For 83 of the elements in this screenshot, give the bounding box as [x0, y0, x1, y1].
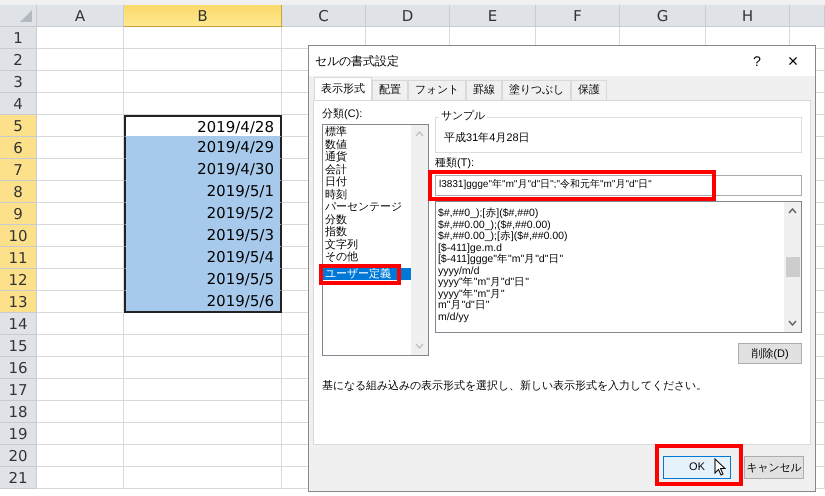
category-item[interactable]: 標準: [323, 126, 411, 138]
delete-button[interactable]: 削除(D): [738, 343, 802, 364]
format-item[interactable]: yyyy"年"m"月"d"日": [438, 277, 784, 288]
row-header[interactable]: 17: [0, 379, 37, 401]
category-item[interactable]: 文字列: [323, 238, 411, 251]
category-item[interactable]: 通貨: [323, 151, 411, 164]
sample-label: サンプル: [439, 108, 487, 123]
row-header[interactable]: 5: [0, 115, 37, 137]
row-header[interactable]: 2: [0, 49, 37, 71]
column-header[interactable]: D: [366, 5, 450, 27]
category-label: 分類(C):: [322, 107, 364, 121]
format-list[interactable]: $#,##0_);[赤]($#,##0) $#,##0.00_);($#,##0.00) $#,##0.00_);[赤]($#,##0.00) [$-411]ge.m.d [$-411]ggge"年"m"月"d"日" yyyy/m/d yyyy"年"m"月"d"日" yyyy"年"m"月" m"月"d"日" m/d/yy: [435, 201, 802, 333]
row-header[interactable]: 8: [0, 181, 37, 203]
column-header[interactable]: E: [450, 5, 536, 27]
row-header[interactable]: 4: [0, 93, 37, 115]
date-cell: 2019/5/1: [124, 181, 282, 203]
column-header[interactable]: H: [706, 5, 790, 27]
tab[interactable]: 罫線: [466, 80, 502, 100]
format-item[interactable]: $#,##0_);[赤]($#,##0): [438, 208, 784, 220]
type-input-field[interactable]: l3831]ggge"年"m"月"d"日";"令和元年"m"月"d"日": [435, 175, 802, 196]
row-header[interactable]: 6: [0, 137, 37, 159]
row-header[interactable]: 1: [0, 27, 37, 49]
row-header[interactable]: 3: [0, 71, 37, 93]
category-item[interactable]: 指数: [323, 226, 411, 238]
row-header[interactable]: 14: [0, 313, 37, 335]
row-header[interactable]: 10: [0, 225, 37, 247]
sample-value: 平成31年4月28日: [444, 130, 530, 144]
row-header[interactable]: 15: [0, 335, 37, 357]
date-cell: 2019/5/2: [124, 203, 282, 225]
category-item[interactable]: 日付: [323, 176, 411, 188]
category-item[interactable]: 数値: [323, 138, 411, 151]
column-header[interactable]: G: [620, 5, 706, 27]
tab[interactable]: 塗りつぶし: [502, 80, 571, 100]
date-cell: 2019/4/29: [124, 137, 282, 159]
tab[interactable]: 配置: [372, 80, 408, 100]
format-item[interactable]: m/d/yy: [438, 312, 784, 323]
format-item[interactable]: m"月"d"日": [438, 300, 784, 312]
date-cell: 2019/5/3: [124, 225, 282, 247]
tab[interactable]: 保護: [571, 80, 607, 100]
type-label: 種類(T):: [435, 156, 476, 170]
date-cell: 2019/5/6: [124, 291, 282, 313]
row-header[interactable]: 19: [0, 423, 37, 445]
row-header[interactable]: 18: [0, 401, 37, 423]
row-header[interactable]: 20: [0, 445, 37, 467]
scrollbar[interactable]: [784, 202, 801, 332]
row-header[interactable]: 21: [0, 467, 37, 489]
column-header[interactable]: [790, 5, 825, 27]
help-button[interactable]: ?: [739, 52, 775, 70]
cancel-button[interactable]: キャンセル: [744, 456, 804, 478]
format-item[interactable]: yyyy"年"m"月": [438, 288, 784, 300]
category-item[interactable]: 時刻: [323, 188, 411, 201]
scrollbar-thumb[interactable]: [786, 257, 800, 277]
row-header[interactable]: 13: [0, 291, 37, 313]
row-header[interactable]: 11: [0, 247, 37, 269]
tab[interactable]: 表示形式: [314, 77, 372, 100]
window-title: セルの書式設定: [315, 52, 400, 70]
category-item[interactable]: 会計: [323, 164, 411, 176]
date-cell: 2019/5/4: [124, 247, 282, 269]
row-header[interactable]: 16: [0, 357, 37, 379]
format-item[interactable]: $#,##0.00_);[赤]($#,##0.00): [438, 231, 784, 242]
ok-button[interactable]: OK: [663, 456, 731, 478]
format-item[interactable]: [$-411]ggge"年"m"月"d"日": [438, 254, 784, 266]
column-header[interactable]: F: [536, 5, 620, 27]
format-item[interactable]: yyyy/m/d: [438, 266, 784, 277]
date-cell: 2019/4/30: [124, 159, 282, 181]
column-header[interactable]: B: [124, 5, 282, 27]
triangle-icon: [20, 10, 32, 22]
format-item[interactable]: $#,##0.00_);($#,##0.00): [438, 220, 784, 231]
category-item[interactable]: その他: [323, 251, 411, 264]
close-button[interactable]: ×: [775, 52, 811, 70]
format-item[interactable]: [$-411]ge.m.d: [438, 242, 784, 254]
column-header[interactable]: C: [282, 5, 366, 27]
category-item[interactable]: 分数: [323, 214, 411, 226]
mouse-pointer-icon: [714, 458, 726, 476]
tab[interactable]: フォント: [408, 80, 466, 100]
description-text: 基になる組み込みの表示形式を選択し、新しい表示形式を入力してください。: [322, 378, 708, 393]
category-list[interactable]: 標準 数値 通貨 会計 日付 時刻 パーセンテージ 分数 指数 文字列 その他 ユーザー定義: [322, 124, 429, 356]
row-header[interactable]: 9: [0, 203, 37, 225]
date-cell: 2019/4/28: [124, 115, 282, 137]
row-header[interactable]: 12: [0, 269, 37, 291]
category-item[interactable]: パーセンテージ: [323, 201, 411, 214]
row-header[interactable]: 7: [0, 159, 37, 181]
date-cell: 2019/5/5: [124, 269, 282, 291]
